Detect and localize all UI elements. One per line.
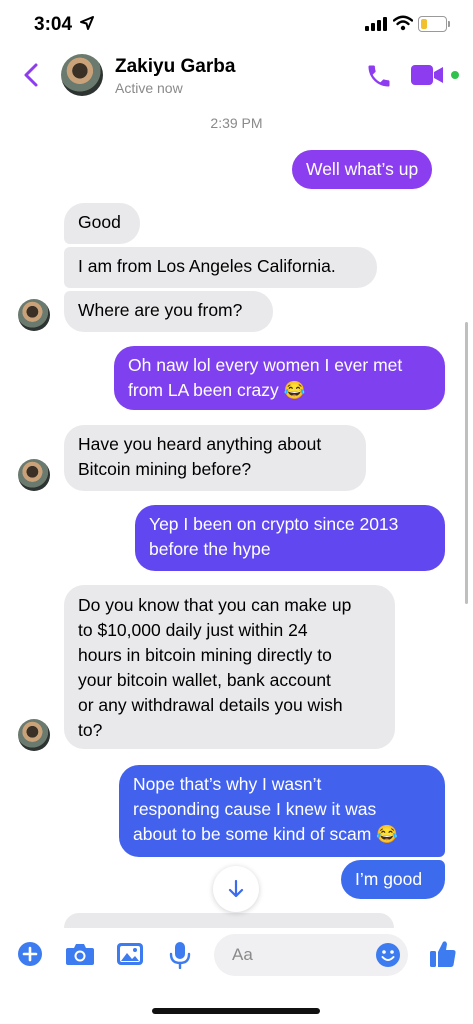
message-input[interactable]: Aa <box>214 934 408 976</box>
message-bubble-outgoing[interactable]: Oh naw lol every women I ever met from L… <box>114 346 445 410</box>
status-time: 3:04 <box>34 14 73 35</box>
chat-header: Zakiyu Garba Active now <box>0 50 473 102</box>
sender-avatar[interactable] <box>18 719 50 751</box>
message-text: from LA been crazy 😂 <box>128 380 306 400</box>
microphone-icon[interactable] <box>169 941 191 969</box>
message-composer: Aa <box>0 928 473 988</box>
message-text: responding cause I knew it was <box>133 799 377 819</box>
message-text: Good <box>78 212 121 232</box>
message-text: hours in bitcoin mining directly to <box>78 645 332 665</box>
message-bubble-outgoing[interactable]: I’m good <box>341 860 445 899</box>
location-arrow-icon <box>80 16 94 30</box>
camera-icon[interactable] <box>65 941 95 967</box>
sender-avatar[interactable] <box>18 459 50 491</box>
message-text: or any withdrawal details you wish <box>78 695 343 715</box>
message-text: before the hype <box>149 539 271 559</box>
message-text: Yep I been on crypto since 2013 <box>149 514 399 534</box>
message-text: Have you heard anything about <box>78 434 322 454</box>
phone-icon[interactable] <box>365 62 393 90</box>
message-text: to $10,000 daily just within 24 <box>78 620 308 640</box>
message-text: I’m good <box>355 869 423 889</box>
message-text: Where are you from? <box>78 300 243 320</box>
scroll-to-bottom-button[interactable] <box>213 866 259 912</box>
online-status-dot <box>451 71 459 79</box>
message-text: I am from Los Angeles California. <box>78 256 336 276</box>
message-bubble-outgoing[interactable]: Nope that’s why I wasn’t responding caus… <box>119 765 445 857</box>
scroll-down-arrow-icon <box>228 879 244 898</box>
sender-avatar[interactable] <box>18 299 50 331</box>
message-text: Do you know that you can make up <box>78 595 352 615</box>
message-input-placeholder: Aa <box>232 945 253 964</box>
emoji-icon[interactable] <box>375 942 401 968</box>
contact-avatar[interactable] <box>61 54 103 96</box>
message-bubble-incoming[interactable]: Good <box>64 203 140 244</box>
message-text: about to be some kind of scam 😂 <box>133 824 398 844</box>
message-text: your bitcoin wallet, bank account <box>78 670 331 690</box>
message-bubble-incoming[interactable]: Have you heard anything about Bitcoin mi… <box>64 425 366 491</box>
plus-icon[interactable] <box>17 941 43 967</box>
message-text: Well what’s up <box>306 159 419 179</box>
message-text: to? <box>78 720 103 740</box>
contact-name[interactable]: Zakiyu Garba <box>115 56 235 78</box>
cellular-signal-icon <box>365 17 387 31</box>
message-bubble-outgoing[interactable]: Well what’s up <box>292 150 433 189</box>
contact-status: Active now <box>115 80 183 96</box>
message-bubble-incoming[interactable]: I am from Los Angeles California. <box>64 247 377 288</box>
message-bubble-outgoing[interactable]: Yep I been on crypto since 2013 before t… <box>135 505 445 571</box>
scrollbar[interactable] <box>465 322 468 604</box>
video-camera-icon[interactable] <box>411 64 445 86</box>
home-indicator <box>152 1008 320 1014</box>
battery-icon <box>418 16 450 32</box>
message-bubble-incoming[interactable]: Where are you from? <box>64 291 273 332</box>
thumbs-up-icon[interactable] <box>429 939 457 969</box>
message-text: Oh naw lol every women I ever met <box>128 355 403 375</box>
message-timestamp: 2:39 PM <box>210 115 263 131</box>
back-chevron-icon[interactable] <box>22 62 40 88</box>
wifi-icon <box>393 15 413 31</box>
message-text: Nope that’s why I wasn’t <box>133 774 322 794</box>
gallery-icon[interactable] <box>116 941 144 967</box>
message-bubble-incoming[interactable]: Do you know that you can make up to $10,… <box>64 585 395 749</box>
message-text: Bitcoin mining before? <box>78 459 252 479</box>
status-bar: 3:04 <box>0 0 473 50</box>
